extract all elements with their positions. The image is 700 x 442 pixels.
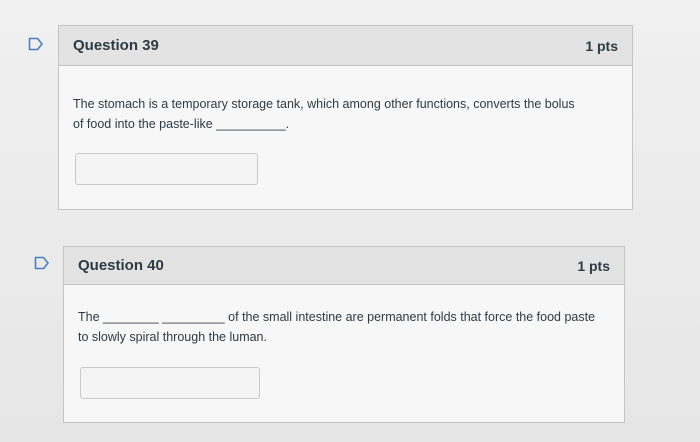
question-title: Question 39 (73, 37, 159, 54)
question-points: 1 pts (577, 257, 610, 274)
question-text-line: The ________ _________ of the small inte… (78, 307, 618, 327)
question-39-header: Question 39 1 pts (59, 26, 632, 66)
fill-in-blank: ________ _________ (103, 310, 225, 324)
flag-question-icon[interactable] (28, 37, 44, 51)
question-39-card: Question 39 1 pts The stomach is a tempo… (58, 25, 633, 210)
answer-input[interactable] (75, 153, 258, 185)
question-text-line: The stomach is a temporary storage tank,… (73, 97, 575, 111)
question-text-suffix: of the small intestine are permanent fol… (228, 310, 596, 324)
question-text-prefix: The (78, 310, 100, 324)
question-text: The ________ _________ of the small inte… (78, 307, 618, 347)
question-points: 1 pts (585, 37, 618, 54)
question-text-line: of food into the paste-like __________. (73, 117, 290, 131)
question-title: Question 40 (78, 257, 164, 274)
answer-input[interactable] (80, 367, 260, 399)
flag-question-icon[interactable] (34, 256, 50, 270)
question-text-line: to slowly spiral through the luman. (78, 330, 267, 344)
question-40-header: Question 40 1 pts (64, 247, 624, 285)
question-text: The stomach is a temporary storage tank,… (73, 94, 618, 134)
question-40-card: Question 40 1 pts The ________ _________… (63, 246, 625, 423)
